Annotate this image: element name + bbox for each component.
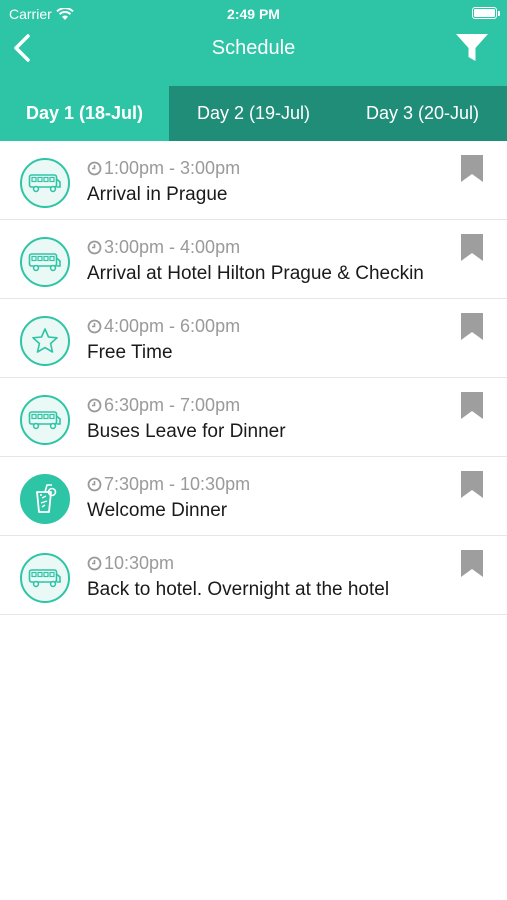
event-time-text: 7:30pm - 10:30pm <box>104 474 251 494</box>
status-bar: Carrier 2:49 PM <box>0 0 507 28</box>
event-title: Arrival in Prague <box>87 184 228 205</box>
schedule-item[interactable]: 1:00pm - 3:00pm Arrival in Prague <box>0 141 507 220</box>
event-title: Free Time <box>87 342 173 363</box>
top-bar: Carrier 2:49 PM Schedule <box>0 0 507 86</box>
status-time: 2:49 PM <box>227 6 280 22</box>
event-time-text: 10:30pm <box>104 553 175 573</box>
clock-icon <box>87 319 102 334</box>
bookmark-icon[interactable] <box>461 234 483 261</box>
event-title: Welcome Dinner <box>87 500 228 521</box>
event-time: 3:00pm - 4:00pm <box>87 237 240 258</box>
clock-icon <box>87 398 102 413</box>
schedule-list: 1:00pm - 3:00pm Arrival in Prague 3:00pm… <box>0 141 507 615</box>
navigation-bar: Schedule <box>0 28 507 86</box>
bus-icon <box>20 553 70 603</box>
event-time: 7:30pm - 10:30pm <box>87 474 250 495</box>
tab-day-1[interactable]: Day 1 (18-Jul) <box>0 86 169 141</box>
bus-icon <box>20 395 70 445</box>
event-time-text: 4:00pm - 6:00pm <box>104 316 241 336</box>
event-title: Buses Leave for Dinner <box>87 421 286 442</box>
bookmark-icon[interactable] <box>461 313 483 340</box>
bookmark-icon[interactable] <box>461 471 483 498</box>
event-time: 1:00pm - 3:00pm <box>87 158 240 179</box>
page-title: Schedule <box>211 37 296 59</box>
day-tabs: Day 1 (18-Jul) Day 2 (19-Jul) Day 3 (20-… <box>0 86 507 141</box>
bus-icon <box>20 158 70 208</box>
event-time: 6:30pm - 7:00pm <box>87 395 240 416</box>
star-icon <box>20 316 70 366</box>
bus-icon <box>20 237 70 287</box>
clock-icon <box>87 161 102 176</box>
tab-day-3[interactable]: Day 3 (20-Jul) <box>338 86 507 141</box>
event-time: 4:00pm - 6:00pm <box>87 316 240 337</box>
schedule-item[interactable]: 4:00pm - 6:00pm Free Time <box>0 299 507 378</box>
tab-day-2[interactable]: Day 2 (19-Jul) <box>169 86 338 141</box>
schedule-item[interactable]: 6:30pm - 7:00pm Buses Leave for Dinner <box>0 378 507 457</box>
battery-icon <box>472 7 500 19</box>
clock-icon <box>87 240 102 255</box>
event-time-text: 6:30pm - 7:00pm <box>104 395 241 415</box>
event-time-text: 3:00pm - 4:00pm <box>104 237 241 257</box>
bookmark-icon[interactable] <box>461 550 483 577</box>
event-time-text: 1:00pm - 3:00pm <box>104 158 241 178</box>
clock-icon <box>87 477 102 492</box>
schedule-item[interactable]: 7:30pm - 10:30pm Welcome Dinner <box>0 457 507 536</box>
schedule-item[interactable]: 10:30pm Back to hotel. Overnight at the … <box>0 536 507 615</box>
event-time: 10:30pm <box>87 553 174 574</box>
event-title: Back to hotel. Overnight at the hotel <box>87 579 390 600</box>
event-title: Arrival at Hotel Hilton Prague & Checkin <box>87 263 424 284</box>
bookmark-icon[interactable] <box>461 155 483 182</box>
schedule-item[interactable]: 3:00pm - 4:00pm Arrival at Hotel Hilton … <box>0 220 507 299</box>
bookmark-icon[interactable] <box>461 392 483 419</box>
drink-icon <box>20 474 70 524</box>
clock-icon <box>87 556 102 571</box>
filter-button[interactable] <box>455 33 489 63</box>
